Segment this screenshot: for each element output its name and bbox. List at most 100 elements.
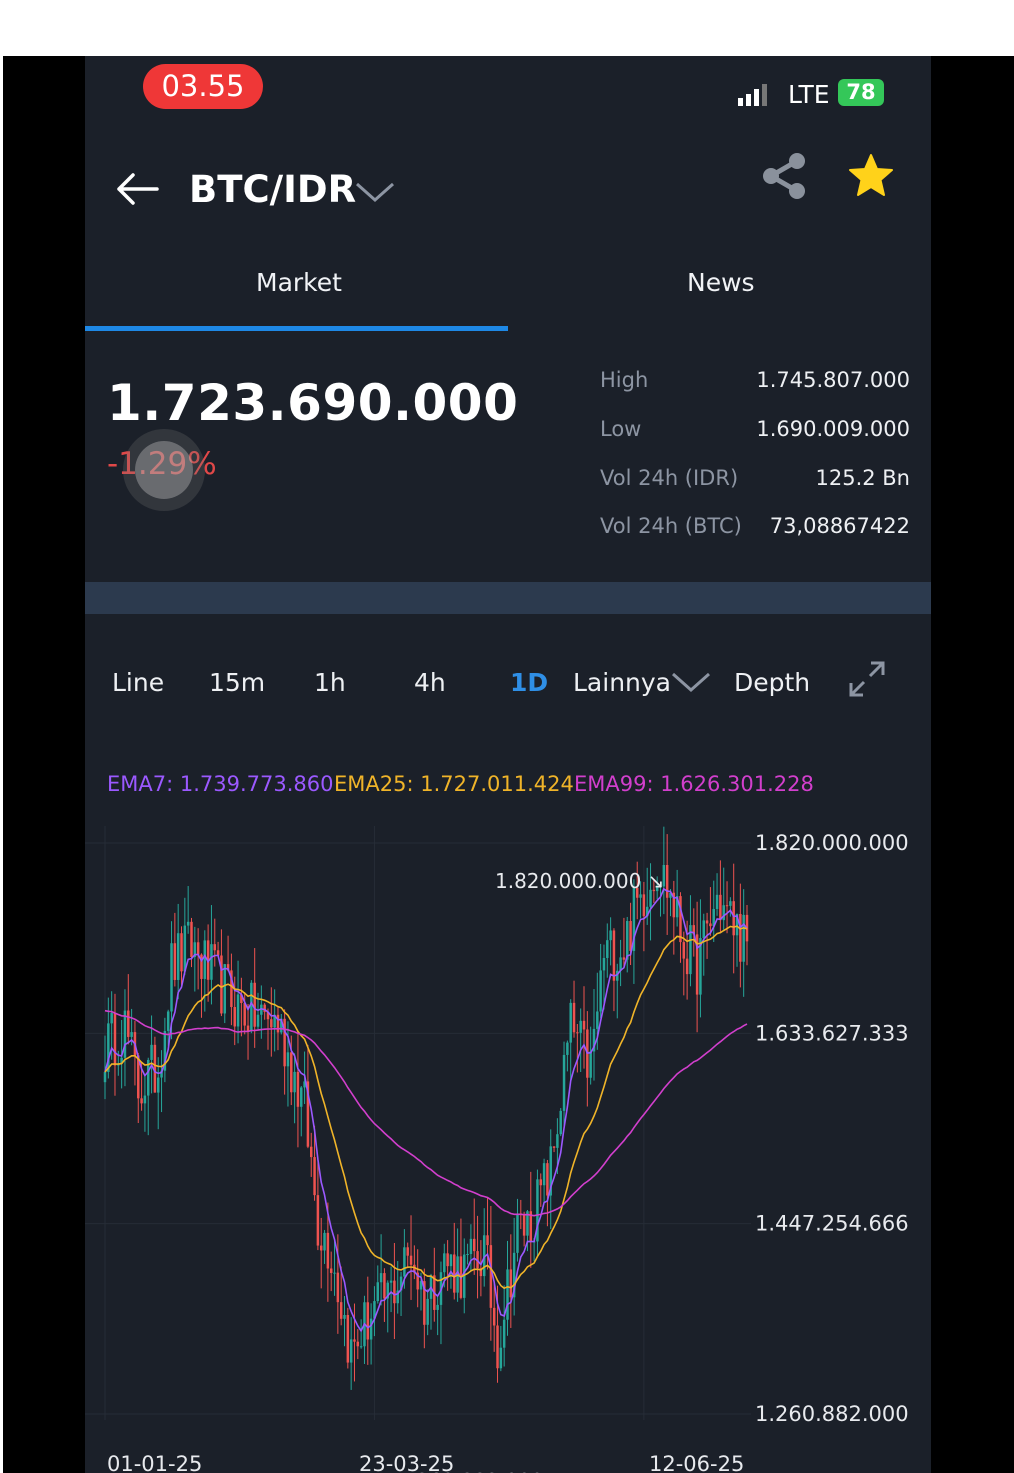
- tf-15m[interactable]: 15m: [209, 668, 265, 697]
- candle-body: [579, 1020, 582, 1033]
- app-screen: 03.55 LTE 78 BTC/IDR Market News 1.723.6…: [85, 56, 931, 1473]
- candle-body: [466, 1253, 469, 1255]
- candle-body: [449, 1254, 453, 1267]
- candle-body: [559, 1110, 562, 1135]
- ema99-label: EMA99: 1.626.301.228: [574, 772, 814, 796]
- tf-line[interactable]: Line: [112, 668, 164, 697]
- ema7-label: EMA7: 1.739.773.860: [107, 772, 334, 796]
- stat-high-value: 1.745.807.000: [756, 368, 910, 392]
- candle-body: [739, 913, 742, 962]
- candle-body: [300, 1087, 303, 1107]
- candle-body: [113, 1013, 117, 1066]
- tf-4h[interactable]: 4h: [414, 668, 446, 697]
- candle-body: [552, 1146, 556, 1148]
- candle-body: [725, 905, 729, 907]
- candle-body: [492, 1307, 496, 1326]
- candle-body: [472, 1238, 476, 1252]
- candle-body: [213, 944, 217, 951]
- status-time: 03.55: [143, 64, 263, 109]
- candle-body: [243, 1002, 246, 1026]
- tf-1h[interactable]: 1h: [314, 668, 346, 697]
- share-icon[interactable]: [761, 152, 807, 200]
- x-axis-tick-label: 12-06-25: [649, 1452, 744, 1473]
- candle-body: [469, 1238, 473, 1254]
- chevron-down-icon[interactable]: [671, 670, 711, 694]
- candle-body: [173, 943, 177, 980]
- candle-body: [103, 1071, 107, 1083]
- candle-body: [626, 920, 629, 960]
- candle-body: [502, 1319, 506, 1348]
- candle-body: [333, 1272, 336, 1274]
- candle-body: [612, 930, 616, 981]
- candle-body: [556, 1134, 559, 1148]
- tab-indicator: [85, 326, 508, 331]
- candle-body: [729, 901, 732, 906]
- candle-body: [210, 944, 213, 980]
- candle-body: [453, 1254, 456, 1293]
- candle-body: [403, 1247, 406, 1277]
- tab-news[interactable]: News: [687, 268, 755, 297]
- candle-body: [642, 894, 646, 917]
- candle-body: [566, 1042, 569, 1055]
- candle-body: [582, 1020, 586, 1030]
- candle-body: [326, 1232, 330, 1269]
- back-arrow-icon[interactable]: [115, 172, 159, 206]
- candle-body: [446, 1253, 449, 1267]
- candle-body: [705, 920, 709, 924]
- candle-body: [376, 1282, 380, 1302]
- candle-body: [353, 1339, 356, 1342]
- candle-body: [715, 894, 719, 909]
- chevron-down-icon[interactable]: [355, 180, 395, 204]
- candle-body: [369, 1318, 373, 1340]
- candle-body: [602, 957, 606, 971]
- candle-body: [639, 894, 642, 898]
- max-price-annotation: 1.820.000.000 ↘: [495, 869, 664, 893]
- candle-body: [356, 1341, 360, 1347]
- candle-body: [313, 1157, 316, 1196]
- candle-body: [572, 1002, 576, 1033]
- candle-body: [166, 1011, 170, 1031]
- candle-body: [296, 1071, 300, 1107]
- min-price-annotation: ↖ 1.260.882.000: [374, 1469, 543, 1473]
- candle-body: [359, 1346, 363, 1348]
- tf-depth[interactable]: Depth: [734, 668, 810, 697]
- candle-body: [722, 905, 725, 921]
- candle-body: [389, 1280, 393, 1283]
- candle-body: [339, 1302, 343, 1319]
- candle-body: [742, 914, 745, 962]
- candle-body: [685, 958, 689, 975]
- candle-body: [516, 1213, 519, 1253]
- candle-body: [366, 1302, 370, 1340]
- candle-body: [343, 1314, 346, 1319]
- candle-body: [176, 933, 180, 980]
- candle-body: [250, 982, 253, 1032]
- tf-more[interactable]: Lainnya: [573, 668, 671, 697]
- ema25-label: EMA25: 1.727.011.424: [334, 772, 574, 796]
- candle-body: [436, 1304, 439, 1310]
- signal-icon: [738, 84, 767, 106]
- expand-icon[interactable]: [847, 659, 887, 699]
- favorite-star-icon[interactable]: [848, 153, 894, 199]
- candle-body: [426, 1298, 429, 1325]
- candle-body: [506, 1269, 509, 1320]
- candle-body: [346, 1314, 350, 1363]
- candle-body: [489, 1245, 493, 1308]
- tab-market[interactable]: Market: [256, 268, 342, 297]
- tf-1d[interactable]: 1D: [510, 668, 548, 697]
- candle-body: [180, 933, 183, 972]
- candle-body: [140, 1098, 143, 1104]
- candle-body: [406, 1247, 409, 1256]
- y-axis-tick-label: 1.633.627.333: [755, 1021, 909, 1045]
- candle-body: [203, 940, 207, 979]
- candle-body: [682, 942, 686, 959]
- candle-body: [156, 1077, 160, 1093]
- candle-body: [223, 964, 226, 1014]
- candle-body: [589, 1051, 592, 1078]
- candlestick-chart[interactable]: 1.820.000.000 1.633.627.333 1.447.254.666 1…: [85, 806, 931, 1473]
- candle-body: [665, 864, 669, 898]
- pair-title[interactable]: BTC/IDR: [189, 168, 356, 211]
- candle-body: [233, 1007, 236, 1027]
- candle-body: [309, 1146, 313, 1158]
- candle-body: [293, 1071, 296, 1093]
- candle-body: [190, 921, 193, 957]
